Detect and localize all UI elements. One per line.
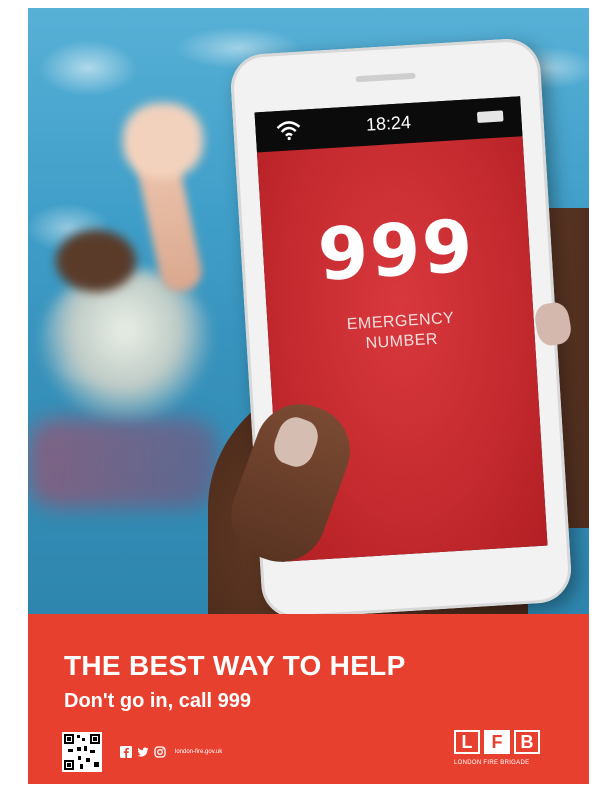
poster: 18:24 999 EMERGENCY NUMBER THE BEST WAY …	[28, 8, 589, 784]
poster-footer: THE BEST WAY TO HELP Don't go in, call 9…	[28, 614, 589, 784]
twitter-icon[interactable]	[137, 746, 149, 758]
swimmer-head	[56, 230, 136, 292]
subline: Don't go in, call 999	[64, 690, 252, 712]
lfb-letter-b: B	[514, 730, 540, 754]
swimmer-body	[40, 270, 210, 420]
qr-code-icon	[62, 732, 102, 772]
lfb-letter-f: F	[484, 730, 510, 754]
headline: THE BEST WAY TO HELP	[64, 650, 406, 681]
lfb-logo: L F B	[454, 730, 540, 754]
emergency-number: 999	[315, 203, 477, 297]
phone-speaker	[355, 72, 416, 83]
website-link[interactable]: london-fire.gov.uk	[175, 749, 222, 755]
swimmer-legs	[28, 418, 218, 508]
facebook-icon[interactable]	[120, 746, 132, 758]
lfb-caption: LONDON FIRE BRIGADE	[454, 760, 530, 766]
lfb-letter-l: L	[454, 730, 480, 754]
swimmer-hand	[123, 103, 203, 178]
battery-icon	[476, 110, 504, 123]
instagram-icon[interactable]	[154, 746, 166, 758]
pool-photo: 18:24 999 EMERGENCY NUMBER	[28, 8, 589, 614]
social-links: london-fire.gov.uk	[120, 746, 222, 758]
emergency-label: EMERGENCY NUMBER	[267, 304, 535, 360]
